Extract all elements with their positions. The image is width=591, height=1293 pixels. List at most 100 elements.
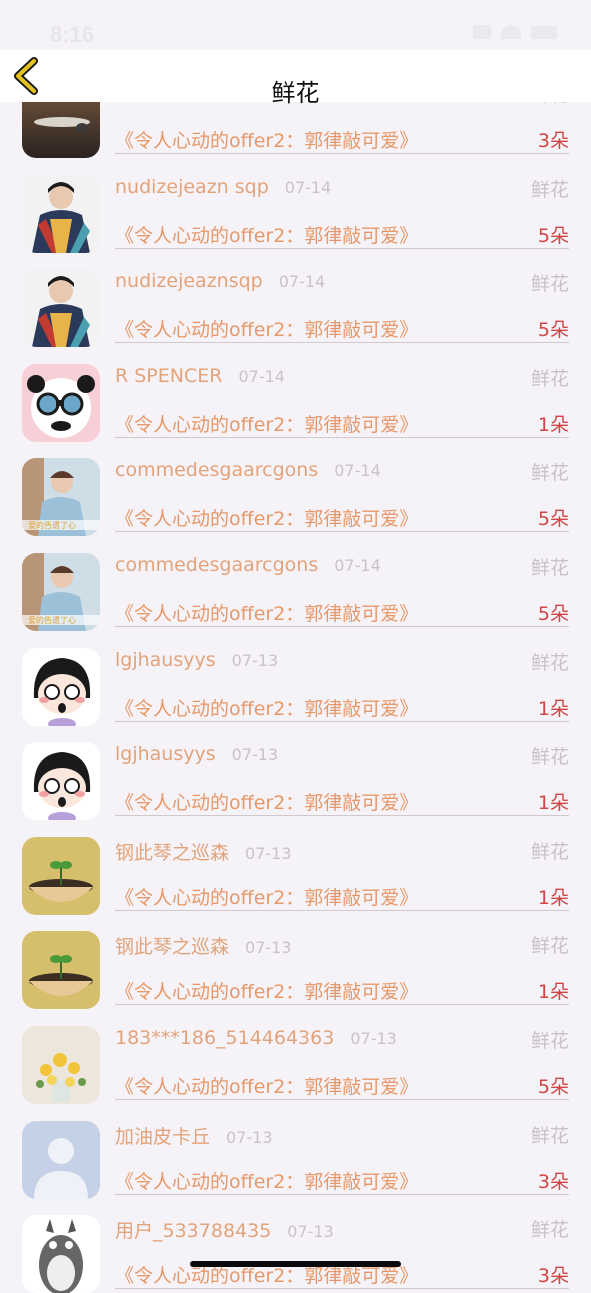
username[interactable]: 用户_533788435 07-13 xyxy=(115,1216,334,1243)
username-text: 钢此琴之巡森 xyxy=(115,842,230,864)
username-text: 钢此琴之巡森 xyxy=(115,936,230,958)
record-date: 07-13 xyxy=(231,745,279,764)
gift-quantity: 5朵 xyxy=(537,319,569,341)
username[interactable]: nudizejeaznsqp 07-14 xyxy=(115,270,325,292)
gift-record-item[interactable]: 用户_533788435 07-13 鲜花 《令人心动的offer2：郭律敲可爱》 3朵 xyxy=(0,1195,591,1293)
username-text: R SPENCER xyxy=(115,365,223,387)
gift-type: 鲜花 xyxy=(530,273,569,295)
username[interactable]: commedesgaarcgons 07-14 xyxy=(115,554,381,576)
gift-record-item[interactable]: nudizejeazn sqp 07-14 鲜花 《令人心动的offer2：郭律敲可爱… xyxy=(0,155,591,253)
show-title[interactable]: 《令人心动的offer2：郭律敲可爱》 xyxy=(115,504,418,531)
show-title[interactable]: 《令人心动的offer2：郭律敲可爱》 xyxy=(115,599,418,626)
show-title[interactable]: 《令人心动的offer2：郭律敲可爱》 xyxy=(115,1072,418,1099)
gift-record-item[interactable]: R SPENCER 07-14 鲜花《令人心动的offer2：郭律敲可爱》 1朵 xyxy=(0,344,591,442)
username-text: 用户_533788435 xyxy=(115,1220,272,1242)
battery-icon xyxy=(531,25,557,39)
username-text: lgjhausyys xyxy=(115,649,216,671)
page-title: 鲜花 xyxy=(271,79,320,107)
show-title[interactable]: 《令人心动的offer2：郭律敲可爱》 xyxy=(115,221,418,248)
username-text: 183***186_514464363 xyxy=(115,1027,335,1049)
row-divider xyxy=(115,1288,569,1289)
row-divider xyxy=(115,1099,569,1100)
row-divider xyxy=(115,815,569,816)
show-title[interactable]: 《令人心动的offer2：郭律敲可爱》 xyxy=(115,977,418,1004)
status-icons xyxy=(473,25,557,39)
username-text: nudizejeazn sqp xyxy=(115,176,269,198)
gift-quantity: 3朵 xyxy=(537,130,569,152)
record-date: 07-14 xyxy=(334,461,381,480)
record-date: 07-14 xyxy=(284,178,332,197)
gift-type: 鲜花 xyxy=(530,368,569,390)
gift-record-item[interactable]: lgjhausyys 07-13 鲜花 《令人心动的offer2：郭律敲可爱》 1朵 xyxy=(0,722,591,820)
gift-record-item[interactable]: 爱的告遗了心 commedesgaarcgons 07-14 鲜花《令人心动的offe… xyxy=(0,533,591,631)
show-title[interactable]: 《令人心动的offer2：郭律敲可爱》 xyxy=(115,1167,418,1194)
username[interactable]: lgjhausyys 07-13 xyxy=(115,649,278,671)
username[interactable]: nudizejeazn sqp 07-14 xyxy=(115,176,331,198)
show-title[interactable]: 《令人心动的offer2：郭律敲可爱》 xyxy=(115,126,418,153)
gift-type: 鲜花 xyxy=(530,1030,569,1052)
gift-record-item[interactable]: 加油皮卡丘 07-13 鲜花 《令人心动的offer2：郭律敲可爱》 3朵 xyxy=(0,1101,591,1199)
gift-type: 鲜花 xyxy=(530,652,569,674)
avatar[interactable] xyxy=(22,1215,100,1293)
svg-text:爱的告遗了心: 爱的告遗了心 xyxy=(28,615,76,625)
row-divider xyxy=(115,531,569,532)
gift-record-item[interactable]: 钢此琴之巡森 07-13 鲜花 《令人心动的offer2：郭律敲可爱》 1朵 xyxy=(0,911,591,1009)
gift-record-item[interactable]: lgjhausyys 07-13 鲜花 《令人心动的offer2：郭律敲可爱》 1朵 xyxy=(0,628,591,726)
row-divider xyxy=(115,1004,569,1005)
status-time: 8:16 xyxy=(50,22,95,47)
show-title[interactable]: 《令人心动的offer2：郭律敲可爱》 xyxy=(115,788,418,815)
row-divider xyxy=(115,626,569,627)
record-date: 07-13 xyxy=(245,938,292,957)
username-text: commedesgaarcgons xyxy=(115,459,319,481)
username[interactable]: 钢此琴之巡森 07-13 xyxy=(115,932,292,959)
gift-type: 鲜花 xyxy=(530,557,569,579)
gift-record-item[interactable]: 183***186_514464363 07-13 鲜花《令人心动的offer2：郭… xyxy=(0,1006,591,1104)
row-divider xyxy=(115,153,569,154)
avatar[interactable] xyxy=(22,364,100,442)
gift-record-item[interactable]: nudizejeaznsqp 07-14 鲜花《令人心动的offer2：郭律敲可爱》… xyxy=(0,249,591,347)
gift-type: 鲜花 xyxy=(530,935,569,957)
avatar[interactable]: 爱的告遗了心 xyxy=(22,553,100,631)
gift-type: 鲜花 xyxy=(530,841,569,863)
svg-text:爱的告遗了心: 爱的告遗了心 xyxy=(28,520,76,530)
username-text: commedesgaarcgons xyxy=(115,554,319,576)
record-date: 07-14 xyxy=(278,272,326,291)
gift-type: 鲜花 xyxy=(530,462,569,484)
username[interactable]: R SPENCER 07-14 xyxy=(115,365,285,387)
gift-record-item[interactable]: 爱的告遗了心 commedesgaarcgons 07-14 鲜花《令人心动的offe… xyxy=(0,438,591,536)
record-date: 07-13 xyxy=(245,844,292,863)
record-date: 07-14 xyxy=(238,367,285,386)
avatar[interactable] xyxy=(22,1026,100,1104)
gift-record-item[interactable]: 钢此琴之巡森 07-13 鲜花 《令人心动的offer2：郭律敲可爱》 1朵 xyxy=(0,817,591,915)
avatar[interactable] xyxy=(22,837,100,915)
show-title[interactable]: 《令人心动的offer2：郭律敲可爱》 xyxy=(115,315,418,342)
username[interactable]: 183***186_514464363 07-13 xyxy=(115,1027,397,1049)
avatar[interactable] xyxy=(22,269,100,347)
show-title[interactable]: 《令人心动的offer2：郭律敲可爱》 xyxy=(115,410,418,437)
signal-icon xyxy=(473,25,491,39)
gift-quantity: 5朵 xyxy=(537,508,569,530)
avatar[interactable] xyxy=(22,1121,100,1199)
row-divider xyxy=(115,342,569,343)
avatar[interactable] xyxy=(22,742,100,820)
username[interactable]: commedesgaarcgons 07-14 xyxy=(115,459,381,481)
show-title[interactable]: 《令人心动的offer2：郭律敲可爱》 xyxy=(115,694,418,721)
avatar[interactable] xyxy=(22,648,100,726)
avatar[interactable] xyxy=(22,175,100,253)
show-title[interactable]: 《令人心动的offer2：郭律敲可爱》 xyxy=(115,883,418,910)
username[interactable]: 加油皮卡丘 07-13 xyxy=(115,1122,273,1149)
record-date: 07-13 xyxy=(231,651,279,670)
home-indicator xyxy=(190,1261,401,1267)
username[interactable]: 钢此琴之巡森 07-13 xyxy=(115,838,292,865)
gift-quantity: 5朵 xyxy=(537,1076,569,1098)
gift-quantity: 3朵 xyxy=(537,1265,569,1287)
username-text: nudizejeaznsqp xyxy=(115,270,263,292)
gift-quantity: 1朵 xyxy=(537,414,569,436)
username[interactable]: lgjhausyys 07-13 xyxy=(115,743,278,765)
avatar[interactable]: 爱的告遗了心 xyxy=(22,458,100,536)
avatar[interactable] xyxy=(22,931,100,1009)
record-date: 07-13 xyxy=(287,1222,334,1241)
gift-quantity: 5朵 xyxy=(537,225,569,247)
gift-type: 鲜花 xyxy=(530,1219,569,1241)
wifi-icon xyxy=(501,25,521,39)
